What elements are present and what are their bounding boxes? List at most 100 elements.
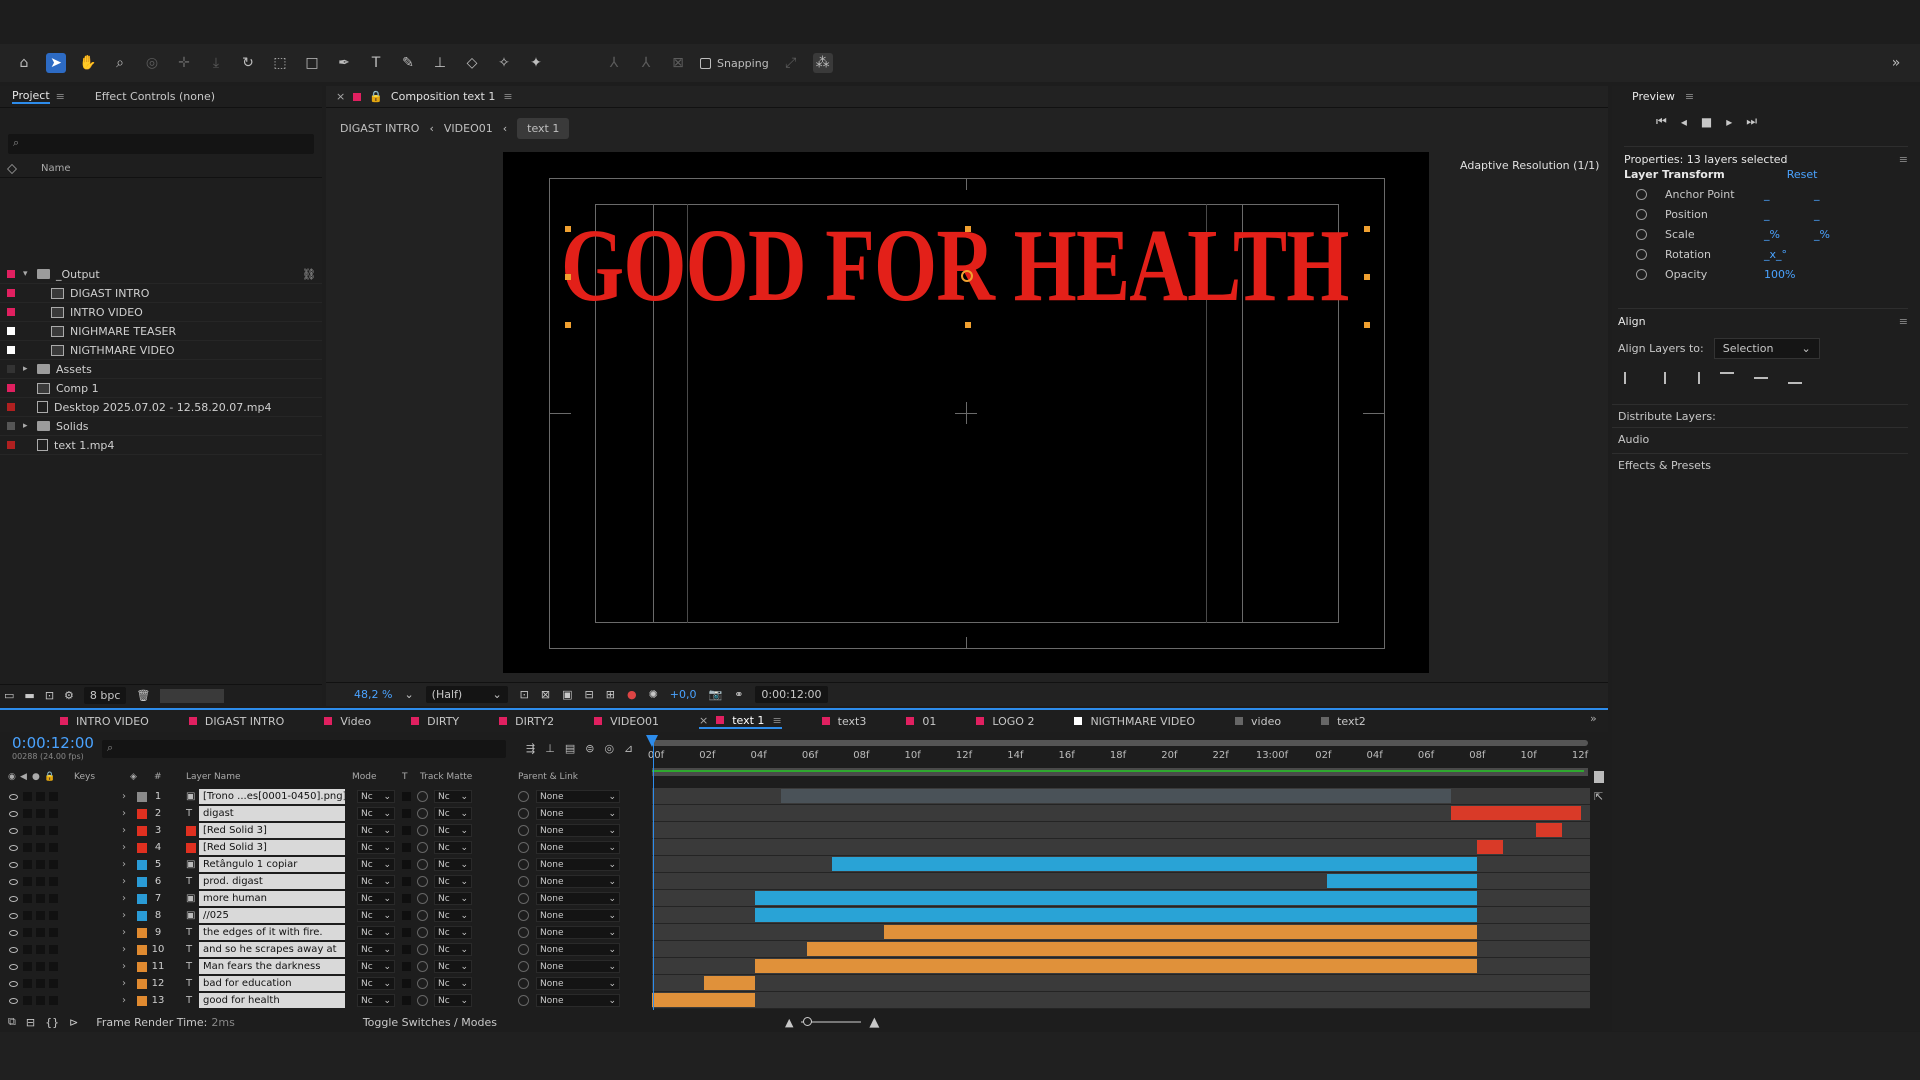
blend-mode-select[interactable]: Nc ⌄ [357,943,395,956]
visibility-eye-icon[interactable] [9,793,18,800]
parent-link-select[interactable]: None ⌄ [536,926,620,939]
axis-world-icon[interactable]: ⅄ [636,53,656,73]
timeline-current-time[interactable]: 0:00:12:00 [12,734,94,752]
track-matte-select[interactable]: Nc ⌄ [434,977,472,990]
layer-switch-box[interactable] [23,928,32,937]
home-icon[interactable]: ⌂ [14,53,34,73]
chevron-right-icon[interactable]: ▸ [23,421,37,431]
label-header-icon[interactable]: ◈ [130,772,137,782]
solo-toggle-icon[interactable]: ● [32,772,40,782]
parent-pickwhip-icon[interactable] [518,978,529,989]
property-value-2[interactable]: _ [1814,188,1820,201]
parent-pickwhip-icon[interactable] [518,825,529,836]
audio-panel-header[interactable]: Audio [1612,427,1908,451]
parent-link-select[interactable]: None ⌄ [536,858,620,871]
layer-row[interactable]: › 13 Tgood for health Nc ⌄ Nc ⌄ None ⌄ [0,992,646,1009]
visibility-eye-icon[interactable] [9,963,18,970]
layer-label-swatch[interactable] [137,791,147,802]
preserve-transparency-toggle[interactable] [402,945,411,954]
parent-link-select[interactable]: None ⌄ [536,892,620,905]
transfer-controls-icon[interactable]: ⊟ [26,1016,35,1029]
layer-row[interactable]: › 3 [Red Solid 3] Nc ⌄ Nc ⌄ None ⌄ [0,822,646,839]
property-value-1[interactable]: _ [1764,188,1770,201]
timeline-tab[interactable]: DIGAST INTRO [188,715,284,728]
blend-mode-select[interactable]: Nc ⌄ [357,926,395,939]
parent-pickwhip-icon[interactable] [518,961,529,972]
lock-column-icon[interactable]: 🔒 [44,772,55,782]
align-right-icon[interactable] [1686,372,1700,384]
label-color-swatch[interactable] [7,289,15,297]
chevron-down-icon[interactable]: ⌄ [404,688,413,701]
layer-switch-box[interactable] [23,996,32,1005]
layer-label-swatch[interactable] [137,842,147,853]
timeline-tab[interactable]: VIDEO01 [594,715,659,728]
timeline-tab[interactable]: NIGTHMARE VIDEO [1074,715,1195,728]
timeline-tab[interactable]: LOGO 2 [976,715,1034,728]
parent-link-select[interactable]: None ⌄ [536,977,620,990]
blend-mode-select[interactable]: Nc ⌄ [357,858,395,871]
matte-pickwhip-icon[interactable] [417,893,428,904]
zoom-icon[interactable]: ⌕ [110,53,130,73]
visibility-eye-icon[interactable] [9,810,18,817]
project-item[interactable]: DIGAST INTRO [0,284,322,303]
preserve-transparency-toggle[interactable] [402,826,411,835]
tabs-overflow-icon[interactable]: » [1590,712,1597,725]
stopwatch-icon[interactable] [1636,249,1647,260]
track-matte-select[interactable]: Nc ⌄ [434,892,472,905]
layer-switch-box[interactable] [49,945,58,954]
align-bottom-icon[interactable] [1788,372,1802,384]
preserve-transparency-toggle[interactable] [402,843,411,852]
audio-toggle-icon[interactable]: ◀ [20,772,27,782]
layer-row[interactable]: › 2 Tdigast Nc ⌄ Nc ⌄ None ⌄ [0,805,646,822]
video-toggle-icon[interactable]: ◉ [8,772,16,782]
project-item[interactable]: ▸ Assets [0,360,322,379]
timeline-tab[interactable]: × text 1 ≡ [699,714,782,729]
preserve-transparency-toggle[interactable] [402,894,411,903]
project-item[interactable]: Desktop 2025.07.02 - 12.58.20.07.mp4 [0,398,322,417]
color-channels-icon[interactable]: ● [627,688,637,701]
zoom-in-icon[interactable]: ▲ [869,1015,879,1030]
puppet-pin-icon[interactable]: ✦ [526,53,546,73]
parent-pickwhip-icon[interactable] [518,910,529,921]
label-color-swatch[interactable] [7,365,15,373]
property-value-1[interactable]: _ [1764,208,1770,221]
parent-link-select[interactable]: None ⌄ [536,909,620,922]
frame-blending-icon[interactable]: ⊜ [585,742,594,755]
brush-icon[interactable]: ✎ [398,53,418,73]
track-matte-select[interactable]: Nc ⌄ [434,875,472,888]
visibility-eye-icon[interactable] [9,878,18,885]
property-value-2[interactable]: _ [1814,208,1820,221]
chevron-right-icon[interactable]: › [122,842,126,853]
layer-duration-bar[interactable] [755,959,1478,973]
layer-switch-box[interactable] [23,860,32,869]
label-color-swatch[interactable] [7,422,15,430]
stopwatch-icon[interactable] [1636,209,1647,220]
layer-name[interactable]: Man fears the darkness [199,959,345,974]
pen-icon[interactable]: ✒ [334,53,354,73]
layer-label-swatch[interactable] [137,910,147,921]
layer-label-swatch[interactable] [137,825,147,836]
timeline-tab[interactable]: 01 [906,715,936,728]
label-color-swatch[interactable] [7,403,15,411]
project-item[interactable]: Comp 1 [0,379,322,398]
matte-pickwhip-icon[interactable] [417,910,428,921]
bounding-box-handle[interactable] [565,322,571,328]
close-icon[interactable]: × [336,90,345,103]
layer-switch-box[interactable] [49,962,58,971]
reset-button[interactable]: Reset [1787,168,1818,181]
blend-mode-select[interactable]: Nc ⌄ [357,841,395,854]
preserve-transparency-toggle[interactable] [402,928,411,937]
align-top-icon[interactable] [1720,372,1734,384]
parent-link-select[interactable]: None ⌄ [536,943,620,956]
layer-switch-box[interactable] [23,843,32,852]
breadcrumb-digast-intro[interactable]: DIGAST INTRO [340,122,419,135]
current-time-field[interactable]: 0:00:12:00 [755,686,828,703]
property-value-1[interactable]: 100% [1764,268,1795,281]
layer-switch-box[interactable] [36,809,45,818]
snapping-checkbox[interactable] [700,57,711,69]
matte-pickwhip-icon[interactable] [417,995,428,1006]
bounding-box-handle[interactable] [565,274,571,280]
layer-name[interactable]: and so he scrapes away at [199,942,345,957]
bounding-box-handle[interactable] [965,226,971,232]
align-target-select[interactable]: Selection ⌄ [1713,338,1820,359]
